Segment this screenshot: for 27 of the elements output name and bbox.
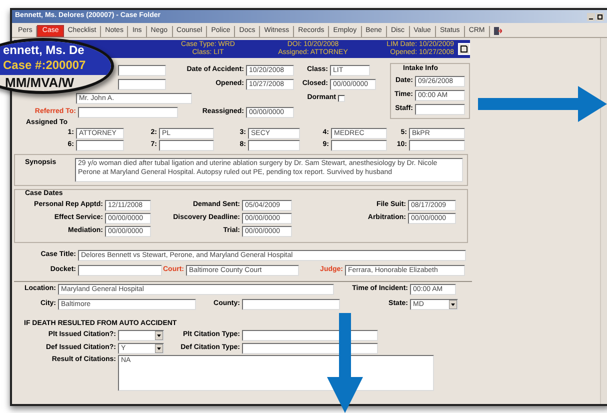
arrow-right-icon (478, 86, 607, 122)
text-field[interactable] (78, 106, 178, 118)
magnified-case-number: Case #:200007 (3, 58, 87, 73)
notes-icon[interactable] (458, 43, 470, 55)
caret-icon (155, 331, 163, 340)
text-field[interactable] (118, 64, 166, 76)
magnified-case-code: MM/MVA/W (5, 74, 74, 90)
exit-door-icon[interactable] (492, 26, 502, 36)
text-field[interactable] (409, 140, 465, 150)
text-field[interactable] (242, 298, 340, 310)
magnified-client-name: ennett, Ms. De (3, 42, 86, 58)
text-field[interactable] (159, 140, 214, 150)
text-field[interactable] (118, 78, 166, 90)
window-controls-icon[interactable] (587, 12, 605, 20)
text-field[interactable] (242, 343, 378, 354)
text-field[interactable] (248, 140, 300, 150)
text-field[interactable] (242, 330, 378, 341)
text-field[interactable] (76, 140, 124, 150)
dropdown[interactable] (118, 330, 164, 341)
caret-icon (155, 344, 163, 353)
text-field[interactable] (331, 140, 387, 150)
scrollbar[interactable] (600, 38, 607, 404)
text-field[interactable] (415, 104, 465, 114)
arrow-down-icon (327, 313, 363, 413)
text-field[interactable] (78, 265, 162, 276)
caret-icon (449, 300, 457, 308)
checkbox[interactable] (338, 94, 345, 102)
